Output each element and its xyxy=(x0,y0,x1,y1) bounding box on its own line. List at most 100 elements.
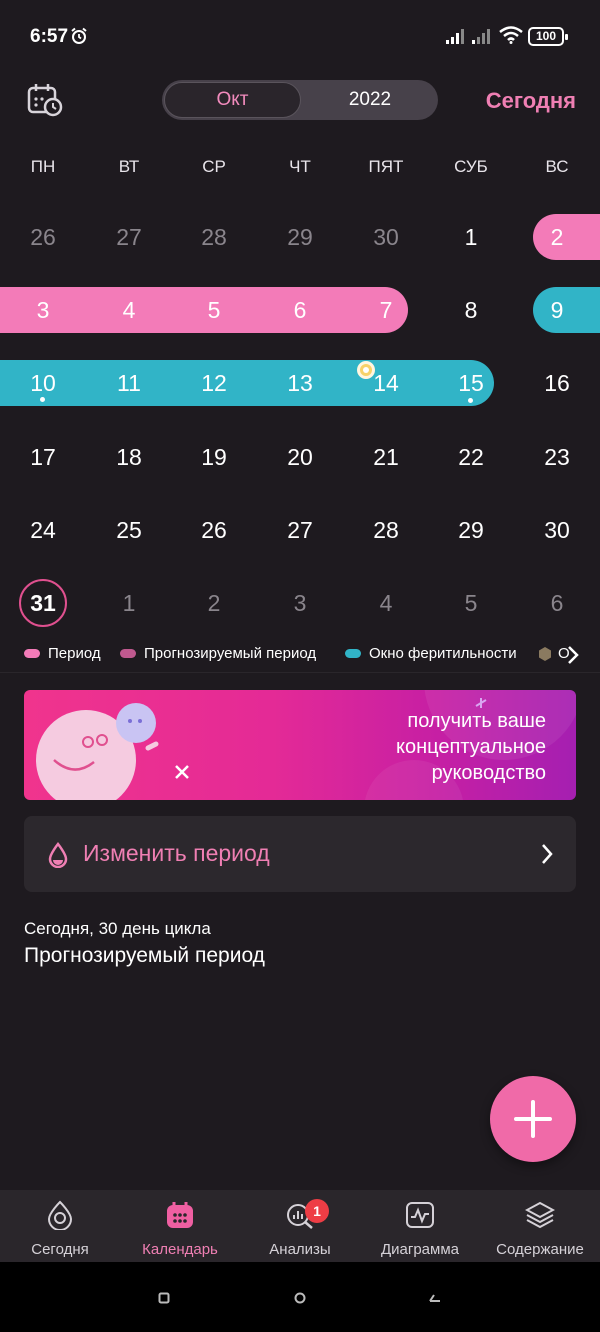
bottom-navigation: Сегодня Календарь Анализы Диаграмма Соде… xyxy=(0,1190,600,1262)
hexagon-icon xyxy=(539,646,551,661)
drop-circle-icon xyxy=(47,1200,73,1230)
calendar-day[interactable]: 4 xyxy=(86,287,172,333)
legend-ovulation: О xyxy=(538,645,570,662)
change-period-label: Изменить период xyxy=(83,840,270,866)
calendar-day[interactable]: 2 xyxy=(514,214,600,260)
calendar-day[interactable]: 27 xyxy=(257,507,343,553)
add-button[interactable] xyxy=(490,1076,576,1162)
recents-icon[interactable] xyxy=(158,1292,170,1304)
drop-icon xyxy=(48,842,68,868)
legend-period: Период xyxy=(24,645,101,662)
fertile-swatch xyxy=(345,649,361,658)
home-icon[interactable] xyxy=(294,1292,306,1304)
alarm-icon xyxy=(71,27,87,44)
month-selector[interactable]: Окт xyxy=(164,82,301,118)
calendar-day[interactable]: 6 xyxy=(514,580,600,626)
layers-icon xyxy=(525,1201,555,1229)
calendar-day[interactable]: 7 xyxy=(343,287,429,333)
nav-label: Сегодня xyxy=(31,1241,89,1258)
calendar-day[interactable]: 31 xyxy=(0,580,86,626)
chevron-right-icon xyxy=(542,844,553,864)
calendar-day[interactable]: 21 xyxy=(343,434,429,480)
calendar-day[interactable]: 2 xyxy=(171,580,257,626)
calendar-icon xyxy=(167,1202,193,1228)
ovulation-marker-icon xyxy=(357,361,375,379)
note-dot-icon xyxy=(468,398,473,403)
weekday-label: ПЯТ xyxy=(368,157,404,176)
calendar-day[interactable]: 20 xyxy=(257,434,343,480)
calendar-clock-icon[interactable] xyxy=(26,82,64,118)
back-icon[interactable] xyxy=(428,1292,442,1304)
calendar-day[interactable]: 17 xyxy=(0,434,86,480)
conception-guide-banner[interactable]: получить ваше концептуальное руководство xyxy=(24,690,576,800)
calendar-day[interactable]: 26 xyxy=(171,507,257,553)
calendar-day[interactable]: 19 xyxy=(171,434,257,480)
calendar-day[interactable]: 14 xyxy=(343,360,429,406)
status-time: 6:57 xyxy=(30,26,69,47)
banner-line: руководство xyxy=(431,762,546,784)
legend-predicted: Прогнозируемый период xyxy=(120,645,316,662)
calendar-day[interactable]: 25 xyxy=(86,507,172,553)
cycle-phase-text: Прогнозируемый период xyxy=(24,944,265,967)
nav-label: Диаграмма xyxy=(380,1241,459,1258)
calendar-day[interactable]: 16 xyxy=(514,360,600,406)
calendar-day[interactable]: 9 xyxy=(514,287,600,333)
calendar-day[interactable]: 27 xyxy=(86,214,172,260)
banner-text: получить ваше концептуальное руководство xyxy=(396,708,546,786)
banner-line: концептуальное xyxy=(396,736,546,758)
battery-icon: 100 xyxy=(528,27,568,46)
calendar-day[interactable]: 22 xyxy=(428,434,514,480)
nav-content[interactable]: Содержание xyxy=(480,1190,600,1262)
calendar-day[interactable]: 23 xyxy=(514,434,600,480)
calendar-day[interactable]: 4 xyxy=(343,580,429,626)
legend: Период Прогнозируемый период Окно ферити… xyxy=(24,645,584,667)
nav-calendar[interactable]: Календарь xyxy=(120,1190,240,1262)
calendar-day[interactable]: 12 xyxy=(171,360,257,406)
year-selector[interactable]: 2022 xyxy=(302,80,438,120)
calendar-day[interactable]: 29 xyxy=(257,214,343,260)
calendar-day[interactable]: 8 xyxy=(428,287,514,333)
legend-label: Прогнозируемый период xyxy=(144,645,317,662)
weekday-label: ПН xyxy=(30,157,56,176)
calendar-day[interactable]: 18 xyxy=(86,434,172,480)
chart-icon xyxy=(406,1202,434,1228)
heart-marker-icon xyxy=(40,397,45,402)
weekday-label: ВС xyxy=(545,157,569,176)
calendar-day[interactable]: 1 xyxy=(428,214,514,260)
nav-label: Анализы xyxy=(269,1241,331,1258)
calendar-day[interactable]: 28 xyxy=(343,507,429,553)
plus-icon xyxy=(514,1100,552,1138)
banner-line: получить ваше xyxy=(407,710,546,732)
change-period-button[interactable]: Изменить период xyxy=(24,816,576,892)
divider xyxy=(0,672,600,673)
weekday-label: ЧТ xyxy=(289,157,311,176)
calendar-day[interactable]: 29 xyxy=(428,507,514,553)
wifi-icon xyxy=(499,26,523,44)
weekday-label: ВТ xyxy=(118,157,140,176)
calendar-day[interactable]: 24 xyxy=(0,507,86,553)
legend-scroll-chevron-icon[interactable] xyxy=(566,645,580,665)
calendar-day[interactable]: 5 xyxy=(171,287,257,333)
calendar-day[interactable]: 28 xyxy=(171,214,257,260)
nav-today[interactable]: Сегодня xyxy=(0,1190,120,1262)
calendar-day[interactable]: 13 xyxy=(257,360,343,406)
signal-icon-2 xyxy=(472,29,490,44)
calendar-day[interactable]: 26 xyxy=(0,214,86,260)
calendar-day[interactable]: 5 xyxy=(428,580,514,626)
legend-fertile: Окно феритильности xyxy=(345,645,517,662)
nav-chart[interactable]: Диаграмма xyxy=(360,1190,480,1262)
calendar-day[interactable]: 3 xyxy=(257,580,343,626)
calendar-day[interactable]: 1 xyxy=(86,580,172,626)
notification-badge: 1 xyxy=(305,1199,329,1223)
weekday-label: СУБ xyxy=(454,157,488,176)
calendar-day[interactable]: 30 xyxy=(514,507,600,553)
nav-analysis[interactable]: Анализы xyxy=(240,1190,360,1262)
legend-label: Период xyxy=(48,645,101,662)
calendar-day[interactable]: 11 xyxy=(86,360,172,406)
predicted-swatch xyxy=(120,649,136,658)
calendar-day[interactable]: 30 xyxy=(343,214,429,260)
cycle-day-text: Сегодня, 30 день цикла xyxy=(24,919,211,938)
calendar-day[interactable]: 6 xyxy=(257,287,343,333)
today-button[interactable]: Сегодня xyxy=(486,88,576,114)
calendar-day[interactable]: 3 xyxy=(0,287,86,333)
